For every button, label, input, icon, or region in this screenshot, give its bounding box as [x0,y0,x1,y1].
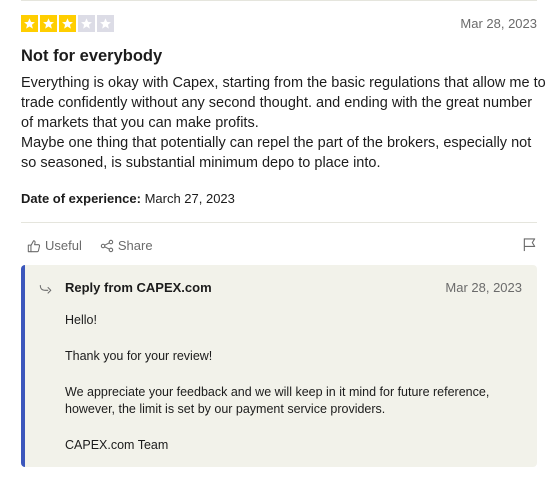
share-label: Share [117,238,153,253]
reply-paragraph: We appreciate your feedback and we will … [65,385,490,416]
experience-label: Date of experience: [21,191,141,206]
review-body: Everything is okay with Capex, starting … [21,73,546,173]
reply-body: Hello! Thank you for your review! We app… [65,312,525,454]
company-reply: Reply from CAPEX.com Mar 28, 2023 Hello!… [21,265,537,467]
review-title[interactable]: Not for everybody [21,47,162,66]
useful-label: Useful [45,238,82,253]
review-actions: Useful Share [27,238,153,253]
flag-icon[interactable] [522,237,537,252]
star-filled-icon [21,15,38,32]
star-filled-icon [40,15,57,32]
thumbs-up-icon [27,239,41,253]
actions-divider [21,222,537,223]
review-paragraph: Maybe one thing that potentially can rep… [21,135,532,171]
reply-paragraph: Thank you for your review! [65,349,213,363]
experience-date: March 27, 2023 [144,191,235,206]
reply-paragraph: Hello! [65,313,97,327]
star-empty-icon [97,15,114,32]
reply-paragraph: CAPEX.com Team [65,438,169,452]
share-icon [100,239,114,253]
share-button[interactable]: Share [100,238,153,253]
date-of-experience: Date of experience: March 27, 2023 [21,191,235,206]
star-filled-icon [59,15,76,32]
reply-date: Mar 28, 2023 [445,280,522,295]
reply-arrow-icon [39,282,53,296]
star-empty-icon [78,15,95,32]
top-divider [21,0,537,1]
star-rating [21,15,114,32]
review-date: Mar 28, 2023 [460,16,537,31]
reply-author: Reply from CAPEX.com [65,280,212,295]
review-paragraph: Everything is okay with Capex, starting … [21,75,546,131]
useful-button[interactable]: Useful [27,238,82,253]
